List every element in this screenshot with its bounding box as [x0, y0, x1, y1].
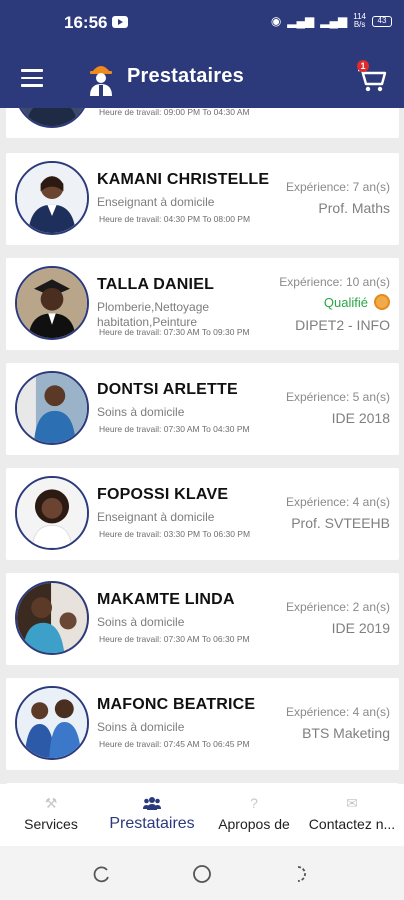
- provider-card[interactable]: TALLA DANIEL Plomberie,Nettoyage habitat…: [6, 258, 399, 350]
- status-time: 16:56: [64, 13, 108, 32]
- top-bar: 16:56 ◉ ▂▄▆ ▂▄▆ 114 B/s 43 Prestataires …: [0, 0, 404, 108]
- provider-experience: Expérience: 5 an(s): [285, 390, 390, 404]
- provider-avatar: [15, 686, 89, 760]
- app-bar: Prestataires 1: [0, 50, 404, 106]
- provider-hours: Heure de travail: 04:30 PM To 08:00 PM: [99, 214, 251, 224]
- provider-experience: Expérience: 4 an(s): [285, 705, 390, 719]
- worker-logo-icon: [90, 66, 112, 96]
- network-speed: 114 B/s: [353, 12, 366, 29]
- provider-hours: Heure de travail: 07:30 AM To 06:30 PM: [99, 634, 250, 644]
- provider-specialty: Prof. Maths: [318, 200, 390, 216]
- provider-service: Enseignant à domicile: [97, 195, 215, 209]
- home-icon[interactable]: [192, 864, 212, 884]
- nav-label: Services: [24, 816, 78, 832]
- question-icon: ?: [250, 795, 258, 811]
- provider-experience: Expérience: 2 an(s): [285, 600, 390, 614]
- provider-card[interactable]: MAKAMTE LINDA Soins à domicile Heure de …: [6, 573, 399, 665]
- battery-icon: 43: [372, 15, 392, 27]
- provider-hours: Heure de travail: 09:00 PM To 04:30 AM: [99, 108, 250, 117]
- provider-list[interactable]: Heure de travail: 09:00 PM To 04:30 AM K…: [0, 108, 404, 784]
- provider-avatar: [15, 371, 89, 445]
- provider-hours: Heure de travail: 03:30 PM To 06:30 PM: [99, 529, 251, 539]
- qualified-badge: Qualifié: [324, 294, 390, 310]
- provider-card[interactable]: DONTSI ARLETTE Soins à domicile Heure de…: [6, 363, 399, 455]
- nav-label: Contactez n...: [308, 816, 396, 832]
- recents-icon[interactable]: [92, 864, 112, 884]
- page-title: Prestataires: [127, 65, 244, 87]
- provider-service: Plomberie,Nettoyage habitation,Peinture: [97, 300, 210, 329]
- provider-avatar: [15, 108, 89, 128]
- back-icon[interactable]: [292, 864, 312, 884]
- provider-hours: Heure de travail: 07:30 AM To 04:30 PM: [99, 424, 250, 434]
- provider-specialty: Prof. SVTEEHB: [291, 515, 390, 531]
- provider-card[interactable]: FOPOSSI KLAVE Enseignant à domicile Heur…: [6, 468, 399, 560]
- bottom-navigation: ⚒ Services Prestataires ? Apropos de ✉ C…: [0, 784, 404, 846]
- provider-name: TALLA DANIEL: [97, 276, 215, 293]
- nav-contact[interactable]: ✉ Contactez n...: [300, 784, 404, 846]
- qualified-label: Qualifié: [323, 294, 368, 310]
- provider-name: KAMANI CHRISTELLE: [97, 171, 270, 188]
- nav-apropos[interactable]: ? Apropos de: [208, 784, 300, 846]
- nav-services[interactable]: ⚒ Services: [8, 784, 94, 846]
- provider-avatar: [15, 266, 89, 340]
- provider-service: Soins à domicile: [97, 615, 185, 629]
- menu-icon[interactable]: [21, 69, 43, 87]
- provider-card[interactable]: KAMANI CHRISTELLE Enseignant à domicile …: [6, 153, 399, 245]
- provider-name: MAKAMTE LINDA: [97, 591, 235, 608]
- nav-label: Prestataires: [109, 815, 195, 832]
- system-navigation-bar: [0, 846, 404, 900]
- provider-avatar: [15, 476, 89, 550]
- provider-avatar: [15, 581, 89, 655]
- provider-service: Enseignant à domicile: [97, 510, 215, 524]
- provider-experience: Expérience: 10 an(s): [279, 275, 390, 289]
- provider-name: DONTSI ARLETTE: [97, 381, 238, 398]
- youtube-notification-icon: [112, 16, 128, 28]
- provider-name: MAFONC BEATRICE: [97, 696, 256, 713]
- provider-avatar: [15, 161, 89, 235]
- provider-specialty: IDE 2019: [331, 620, 390, 636]
- provider-specialty: DIPET2 - INFO: [295, 317, 390, 333]
- status-bar: 16:56 ◉ ▂▄▆ ▂▄▆ 114 B/s 43: [0, 0, 404, 46]
- provider-experience: Expérience: 4 an(s): [285, 495, 390, 509]
- provider-service: Soins à domicile: [97, 405, 185, 419]
- provider-card[interactable]: Heure de travail: 09:00 PM To 04:30 AM: [6, 108, 399, 138]
- people-icon: [143, 795, 161, 811]
- medal-icon: [374, 294, 390, 310]
- hotspot-icon: ◉: [270, 14, 282, 28]
- provider-name: FOPOSSI KLAVE: [97, 486, 229, 503]
- signal-icon-2: ▂▄▆: [320, 14, 348, 28]
- nav-prestataires[interactable]: Prestataires: [96, 784, 208, 846]
- provider-specialty: IDE 2018: [331, 410, 390, 426]
- status-indicators: ◉ ▂▄▆ ▂▄▆ 114 B/s 43: [271, 13, 392, 29]
- wrench-icon: ⚒: [44, 795, 58, 811]
- provider-hours: Heure de travail: 07:30 AM To 09:30 PM: [99, 327, 250, 337]
- nav-label: Apropos de: [218, 816, 290, 832]
- signal-icon: ▂▄▆: [287, 14, 315, 28]
- cart-badge: 1: [357, 60, 369, 72]
- mail-icon: ✉: [346, 795, 358, 811]
- provider-hours: Heure de travail: 07:45 AM To 06:45 PM: [99, 739, 250, 749]
- provider-specialty: BTS Maketing: [302, 725, 390, 741]
- provider-service: Soins à domicile: [97, 720, 185, 734]
- provider-experience: Expérience: 7 an(s): [285, 180, 390, 194]
- provider-card[interactable]: MAFONC BEATRICE Soins à domicile Heure d…: [6, 678, 399, 770]
